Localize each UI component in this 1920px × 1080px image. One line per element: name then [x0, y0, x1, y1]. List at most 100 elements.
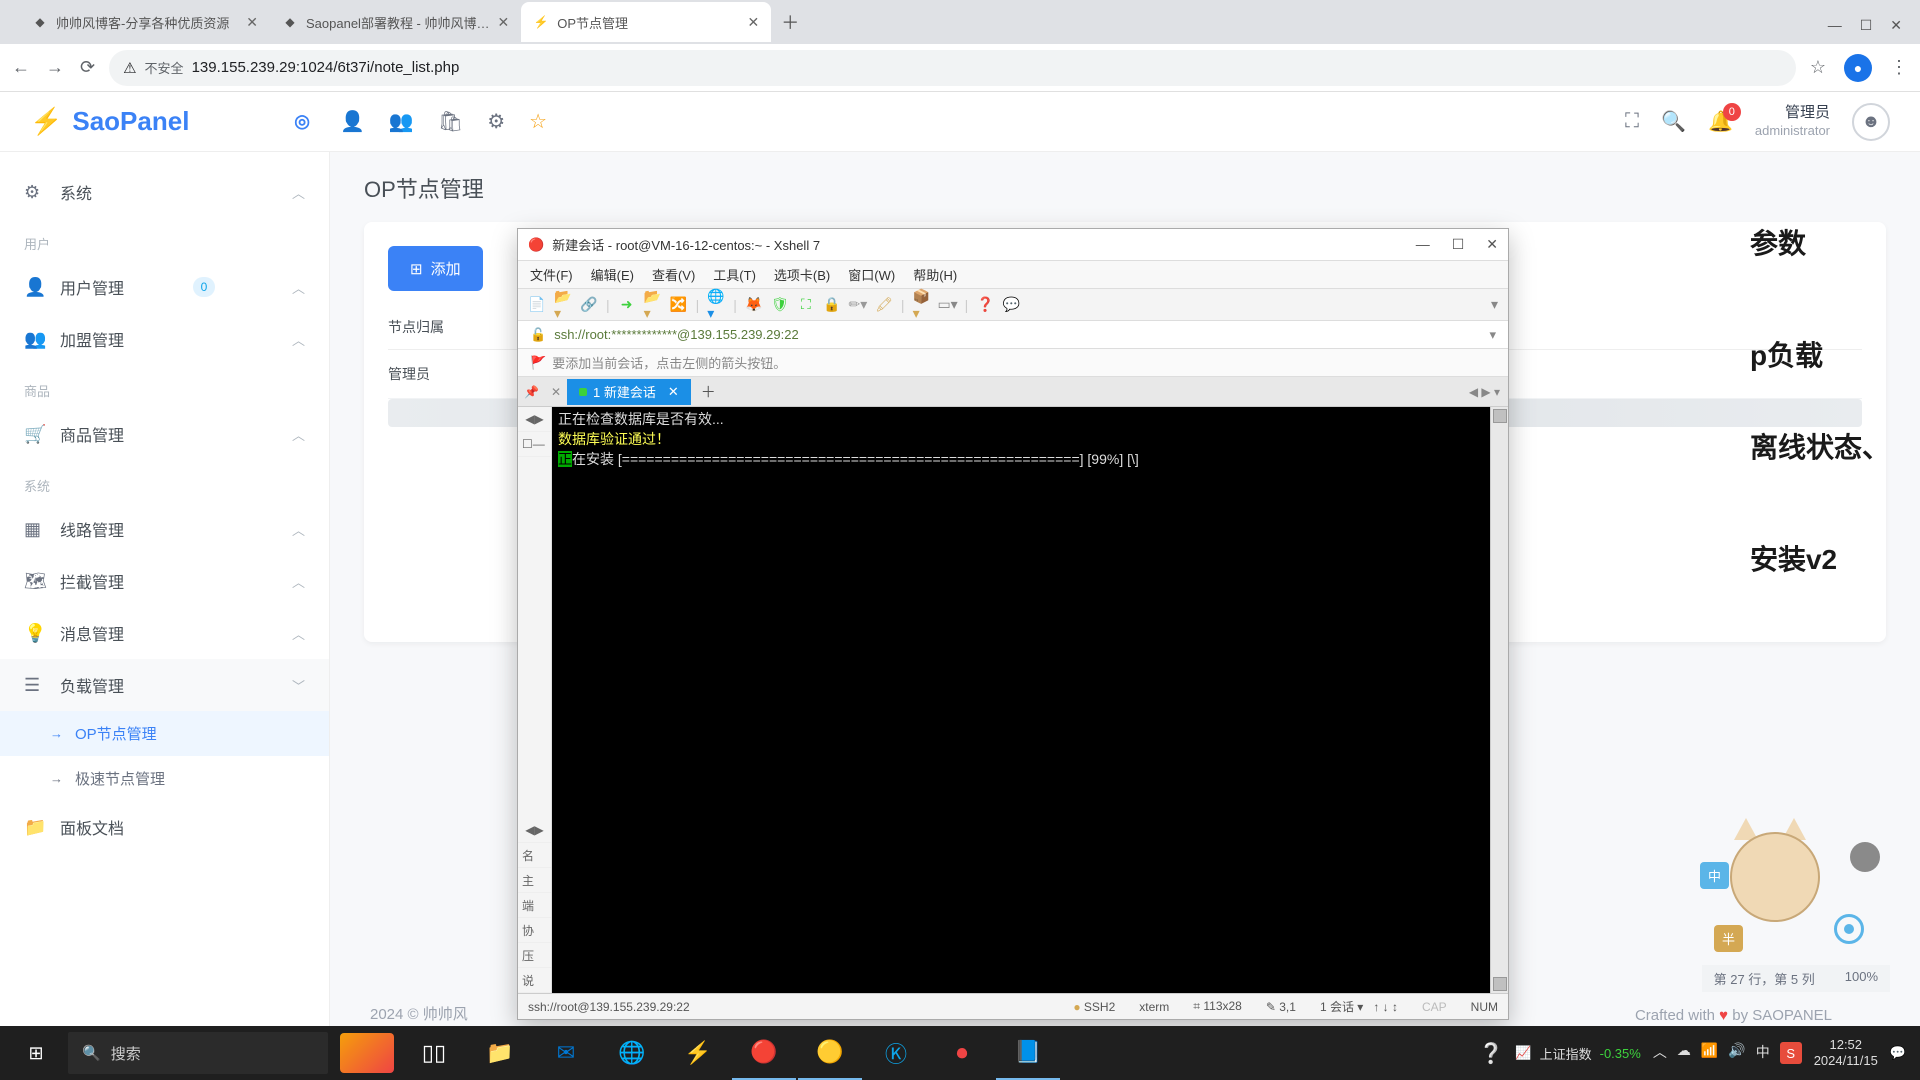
sidebar-item-message[interactable]: 💡 消息管理 ︿	[0, 607, 329, 659]
taskbar-app-edge[interactable]: 🌐	[600, 1026, 664, 1080]
disconnect-icon[interactable]: 🔀	[670, 296, 688, 314]
minimize-icon[interactable]: —	[1416, 236, 1430, 253]
reconnect-icon[interactable]: ➜	[618, 296, 636, 314]
taskbar-app-chrome[interactable]: 🟡	[798, 1026, 862, 1080]
chat-icon[interactable]: 💬	[1002, 296, 1020, 314]
menu-tools[interactable]: 工具(T)	[713, 265, 756, 284]
menu-tab[interactable]: 选项卡(B)	[774, 265, 830, 284]
notifications-icon[interactable]: 🔔0	[1708, 109, 1733, 134]
menu-help[interactable]: 帮助(H)	[913, 265, 957, 284]
taskbar-app-widgets[interactable]	[340, 1033, 394, 1073]
menu-file[interactable]: 文件(F)	[530, 265, 573, 284]
mascot-widget[interactable]: 中 半	[1700, 832, 1880, 952]
maximize-icon[interactable]: ☐	[1860, 17, 1873, 34]
menu-window[interactable]: 窗口(W)	[848, 265, 895, 284]
wand-icon[interactable]: ✏▾	[849, 296, 867, 314]
star-icon[interactable]: ☆	[1810, 57, 1826, 78]
wifi-icon[interactable]: 📶	[1701, 1042, 1718, 1064]
pane-row[interactable]: ◀▶	[518, 818, 551, 843]
sidebar-sub-op-node[interactable]: → OP节点管理	[0, 711, 329, 756]
minimize-icon[interactable]: —	[1828, 17, 1842, 34]
shield-icon[interactable]: 🛡	[771, 296, 789, 314]
sidebar-item-product[interactable]: 🛒 商品管理 ︿	[0, 408, 329, 460]
tab-close-icon[interactable]: ✕	[668, 384, 679, 400]
box-icon[interactable]: 📦▾	[913, 296, 931, 314]
browser-tab-1[interactable]: ◆ 帅帅风博客-分享各种优质资源 ✕	[20, 2, 270, 42]
close-icon[interactable]: ✕	[748, 14, 760, 31]
star-outline-icon[interactable]: ☆	[529, 109, 547, 134]
browser-tab-2[interactable]: ◆ Saopanel部署教程 - 帅帅风博… ✕	[270, 2, 521, 42]
taskbar-app-explorer[interactable]: 📁	[468, 1026, 532, 1080]
volume-icon[interactable]: 🔊	[1728, 1042, 1745, 1064]
taskbar-app-xshell[interactable]: 🔴	[732, 1026, 796, 1080]
xshell-scrollbar[interactable]	[1490, 407, 1508, 993]
globe-icon[interactable]: 🌐▾	[707, 296, 725, 314]
highlight-icon[interactable]: 🖍	[875, 296, 893, 314]
xshell-new-tab[interactable]: ＋	[691, 381, 726, 402]
back-icon[interactable]: ←	[12, 57, 30, 78]
firefox-icon[interactable]: 🦊	[745, 296, 763, 314]
sidebar-item-franchise[interactable]: 👥 加盟管理 ︿	[0, 313, 329, 365]
taskbar-search[interactable]: 🔍 搜索	[68, 1032, 328, 1074]
ime-badge[interactable]: S	[1780, 1042, 1802, 1064]
sidebar-item-system-top[interactable]: ⚙ 系统 ︿	[0, 166, 329, 218]
xshell-window[interactable]: 🔴 新建会话 - root@VM-16-12-centos:~ - Xshell…	[517, 228, 1509, 1020]
taskbar-app-outlook[interactable]: ✉	[534, 1026, 598, 1080]
xshell-tab-active[interactable]: 1 新建会话 ✕	[567, 379, 691, 405]
open-folder-icon[interactable]: 📂▾	[554, 296, 572, 314]
taskbar-app-notepad[interactable]: 📘	[996, 1026, 1060, 1080]
expand-icon[interactable]: ⛶	[1625, 110, 1639, 133]
profile-avatar-icon[interactable]: ●	[1844, 54, 1872, 82]
close-icon[interactable]: ✕	[1486, 236, 1498, 253]
taskbar-app-bolt[interactable]: ⚡	[666, 1026, 730, 1080]
user-block[interactable]: 管理员 administrator	[1755, 103, 1830, 139]
maximize-icon[interactable]: ☐	[1452, 236, 1465, 253]
close-all-icon[interactable]: ✕	[545, 385, 567, 399]
toolbar-dropdown-icon[interactable]: ▾	[1491, 296, 1498, 313]
sidebar-item-load[interactable]: ☰ 负载管理 ﹀	[0, 659, 329, 711]
sidebar-item-route[interactable]: ▦ 线路管理 ︿	[0, 503, 329, 555]
fullscreen-icon[interactable]: ⛶	[797, 296, 815, 314]
dropdown-icon[interactable]: ▾	[1489, 327, 1496, 343]
tab-nav-icons[interactable]: ◀ ▶ ▾	[1461, 385, 1508, 399]
url-input[interactable]: ⚠ 不安全 139.155.239.29:1024/6t37i/note_lis…	[109, 50, 1796, 86]
sliders-icon[interactable]: ⚙	[487, 109, 505, 134]
notifications-icon[interactable]: 💬	[1890, 1045, 1906, 1061]
target-icon[interactable]: ◎	[294, 111, 310, 132]
ime-cn-label[interactable]: 中	[1756, 1042, 1770, 1064]
menu-edit[interactable]: 编辑(E)	[591, 265, 634, 284]
cloud-icon[interactable]: ☁	[1677, 1042, 1691, 1064]
forward-icon[interactable]: →	[46, 57, 64, 78]
open-icon[interactable]: 📂▾	[644, 296, 662, 314]
tray-stock-widget[interactable]: 📈 上证指数 -0.35%	[1515, 1044, 1640, 1063]
scroll-up-icon[interactable]	[1493, 409, 1507, 423]
shop-icon[interactable]: 🛍	[438, 109, 463, 134]
sidebar-item-panel-doc[interactable]: 📁 面板文档	[0, 801, 329, 853]
new-session-icon[interactable]: 📄	[528, 296, 546, 314]
reload-icon[interactable]: ⟳	[80, 57, 95, 78]
pin-icon[interactable]: 📌	[518, 385, 545, 399]
xshell-titlebar[interactable]: 🔴 新建会话 - root@VM-16-12-centos:~ - Xshell…	[518, 229, 1508, 261]
xshell-ssh-bar[interactable]: 🔓 ssh://root:*************@139.155.239.2…	[518, 321, 1508, 349]
add-button[interactable]: ⊞ 添加	[388, 246, 483, 291]
close-icon[interactable]: ✕	[498, 14, 510, 31]
people-icon[interactable]: 👥	[389, 109, 414, 134]
sidebar-item-user-mgmt[interactable]: 👤 用户管理 0 ︿	[0, 261, 329, 313]
close-window-icon[interactable]: ✕	[1890, 17, 1902, 34]
xshell-terminal[interactable]: 正在检查数据库是否有效... 数据库验证通过！ 正在安装 [==========…	[552, 407, 1490, 993]
menu-view[interactable]: 查看(V)	[652, 265, 695, 284]
tray-help-icon[interactable]: ❔	[1479, 1041, 1504, 1066]
search-icon[interactable]: 🔍	[1661, 109, 1686, 134]
new-tab-button[interactable]: ＋	[771, 9, 809, 35]
scroll-down-icon[interactable]	[1493, 977, 1507, 991]
tray-clock[interactable]: 12:52 2024/11/15	[1814, 1037, 1878, 1068]
person-icon[interactable]: 👤	[340, 109, 365, 134]
taskbar-app-taskview[interactable]: ▯▯	[402, 1026, 466, 1080]
lock-icon[interactable]: 🔒	[823, 296, 841, 314]
start-button[interactable]: ⊞	[4, 1026, 68, 1080]
close-icon[interactable]: ✕	[246, 14, 258, 31]
sidebar-sub-speed-node[interactable]: → 极速节点管理	[0, 756, 329, 801]
screen-icon[interactable]: ▭▾	[939, 296, 957, 314]
taskbar-app-k[interactable]: Ⓚ	[864, 1026, 928, 1080]
xshell-left-pane[interactable]: ◀▶ ☐— ◀▶ 名 主 端 协 压 说	[518, 407, 552, 993]
